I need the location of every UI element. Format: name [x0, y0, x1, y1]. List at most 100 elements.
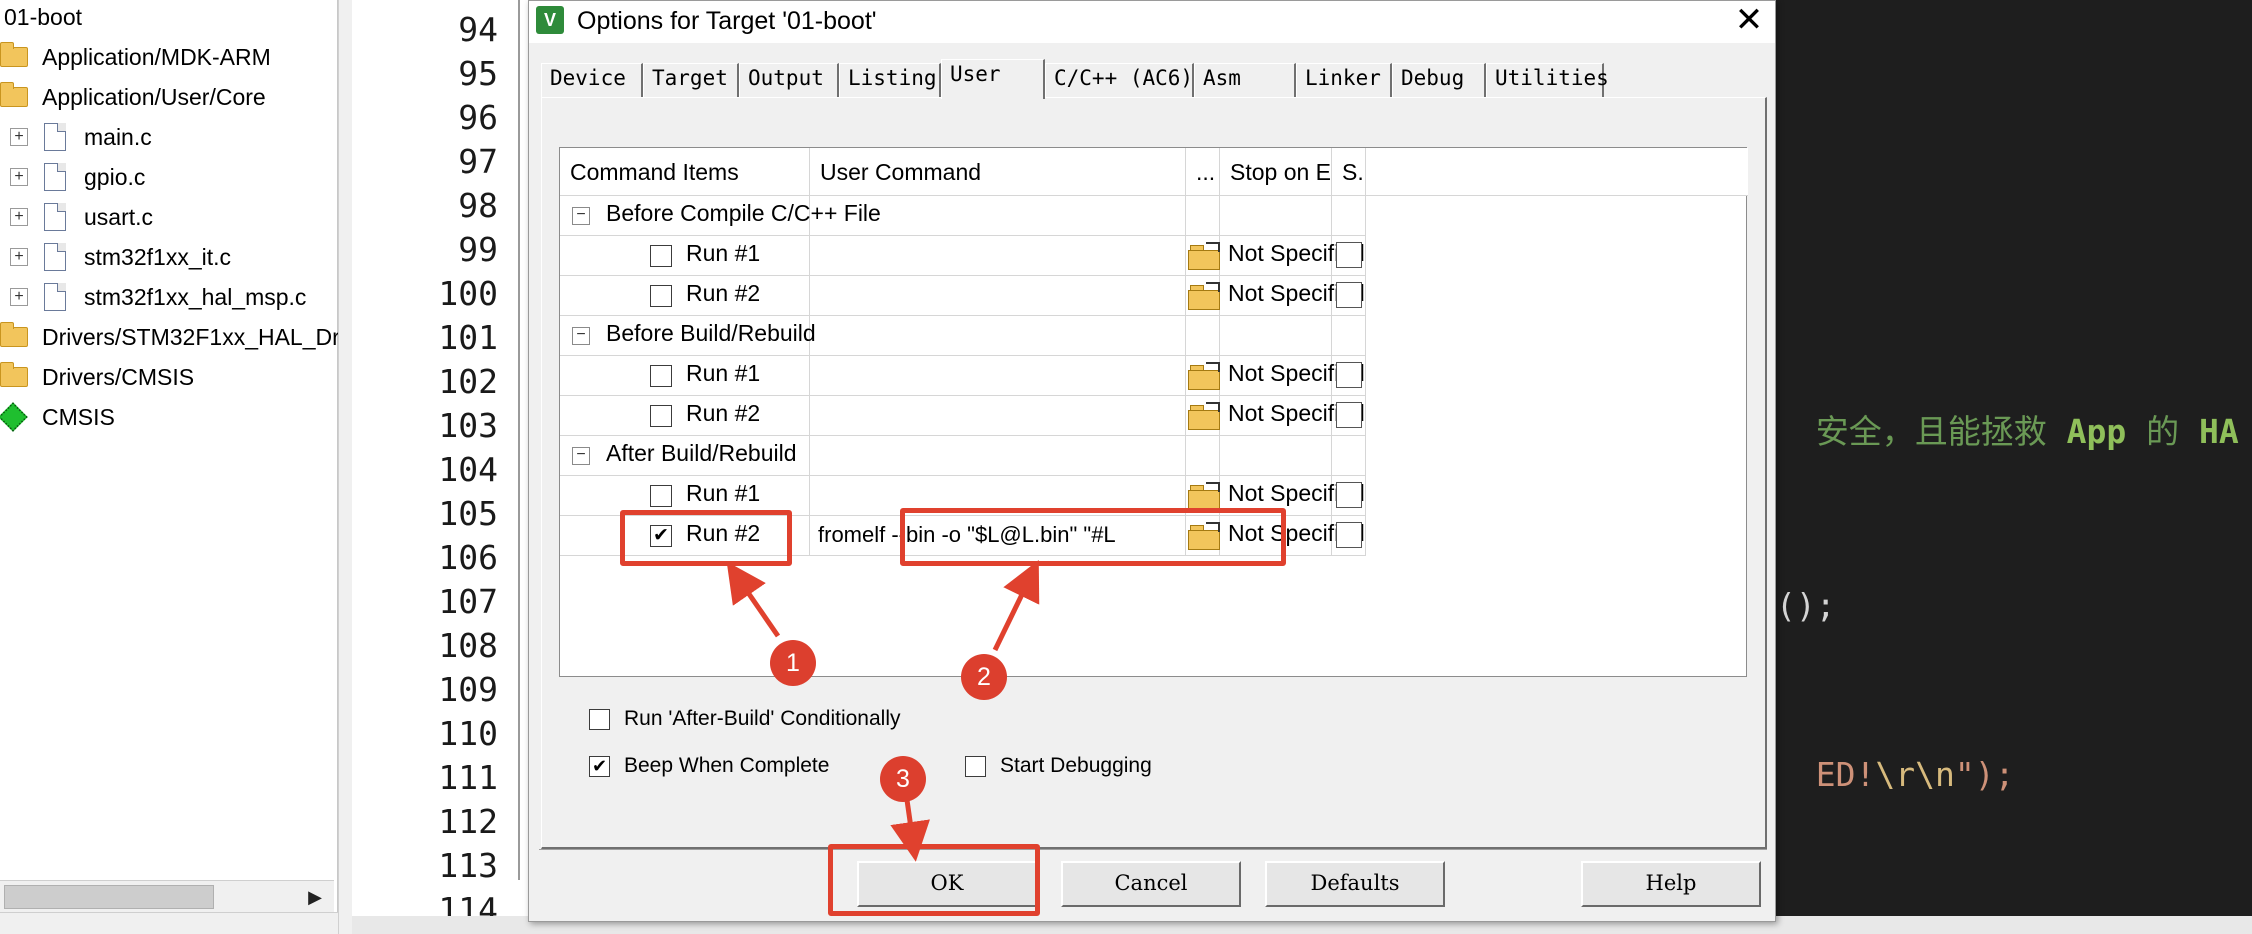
s-cell[interactable] — [1332, 236, 1366, 276]
browse-folder-icon[interactable] — [1188, 282, 1222, 310]
tree-item[interactable]: + usart.c — [10, 197, 153, 237]
tree-item[interactable]: + stm32f1xx_hal_msp.c — [10, 277, 306, 317]
cancel-button[interactable]: Cancel — [1061, 861, 1241, 907]
defaults-button[interactable]: Defaults — [1265, 861, 1445, 907]
header-command-items[interactable]: Command Items — [560, 148, 810, 196]
tab-listing[interactable]: Listing — [839, 63, 941, 97]
user-command-cell[interactable] — [810, 276, 1186, 316]
browse-folder-icon[interactable] — [1188, 242, 1222, 270]
s-cell[interactable] — [1332, 396, 1366, 436]
tree-vertical-scrollbar[interactable] — [338, 0, 352, 934]
stop-on-exit-cell[interactable]: Not Specified — [1220, 396, 1365, 436]
tab-debug[interactable]: Debug — [1392, 63, 1486, 97]
browse-folder-icon[interactable] — [1188, 482, 1222, 510]
expand-icon[interactable]: + — [10, 248, 28, 266]
expand-icon[interactable]: + — [10, 288, 28, 306]
command-row[interactable]: Run #2 Not Specified — [560, 396, 1748, 436]
browse-folder-icon[interactable] — [1188, 402, 1222, 430]
tree-item[interactable]: Application/MDK-ARM — [0, 37, 271, 77]
s-cell[interactable] — [1332, 516, 1366, 556]
browse-cell[interactable] — [1186, 276, 1220, 316]
tree-item[interactable]: Application/User/Core — [0, 77, 266, 117]
beep-checkbox[interactable]: ✔ — [589, 755, 610, 777]
user-command-cell[interactable] — [810, 396, 1186, 436]
browse-cell[interactable] — [1186, 396, 1220, 436]
close-button[interactable]: ✕ — [1723, 1, 1775, 41]
command-row[interactable]: Run #2 Not Specified — [560, 276, 1748, 316]
tree-item[interactable]: + gpio.c — [10, 157, 145, 197]
group-row[interactable]: − After Build/Rebuild — [560, 436, 1748, 476]
browse-folder-icon[interactable] — [1188, 362, 1222, 390]
run-checkbox[interactable] — [650, 405, 672, 427]
tab-target[interactable]: Target — [643, 63, 739, 97]
expand-icon[interactable]: + — [10, 128, 28, 146]
browse-cell[interactable] — [1186, 236, 1220, 276]
line-number: 106 — [438, 538, 498, 577]
stop-on-exit-cell[interactable]: Not Specified — [1220, 276, 1365, 316]
s-checkbox[interactable] — [1336, 402, 1362, 428]
tree-item[interactable]: CMSIS — [0, 397, 115, 437]
scroll-right-arrow-icon[interactable]: ▶ — [300, 885, 330, 909]
group-row[interactable]: − Before Build/Rebuild — [560, 316, 1748, 356]
browse-cell[interactable] — [1186, 356, 1220, 396]
collapse-icon[interactable]: − — [572, 207, 590, 225]
expand-icon[interactable]: + — [10, 208, 28, 226]
tree-horizontal-scrollbar[interactable]: ▶ — [0, 880, 334, 912]
s-cell[interactable] — [1332, 276, 1366, 316]
header-s[interactable]: S... — [1332, 148, 1366, 196]
tab-c-c-ac6[interactable]: C/C++ (AC6) — [1045, 63, 1194, 97]
command-row[interactable]: Run #1 Not Specified — [560, 236, 1748, 276]
expand-icon[interactable]: + — [10, 168, 28, 186]
user-command-cell[interactable] — [810, 356, 1186, 396]
stop-on-exit-cell[interactable]: Not Specified — [1220, 356, 1365, 396]
tree-scroll-thumb[interactable] — [4, 885, 214, 909]
grid-cell: Run #2 — [560, 396, 810, 436]
header-user-command[interactable]: User Command — [810, 148, 1186, 196]
help-button[interactable]: Help — [1581, 861, 1761, 907]
collapse-icon[interactable]: − — [572, 327, 590, 345]
header-browse[interactable]: ... — [1186, 148, 1220, 196]
command-row[interactable]: Run #1 Not Specified — [560, 356, 1748, 396]
option-beep-when-complete[interactable]: ✔ Beep When Complete — [589, 751, 829, 781]
header-stop-on-exit[interactable]: Stop on Exi... — [1220, 148, 1332, 196]
run-checkbox[interactable] — [650, 365, 672, 387]
group-row[interactable]: − Before Compile C/C++ File — [560, 196, 1748, 236]
grid-cell — [1186, 196, 1220, 236]
tab-linker[interactable]: Linker — [1296, 63, 1392, 97]
tab-asm[interactable]: Asm — [1194, 63, 1296, 97]
tab-user[interactable]: User — [941, 59, 1045, 99]
tree-item-label: CMSIS — [42, 403, 115, 430]
user-commands-grid: Command Items User Command ... Stop on E… — [559, 147, 1748, 677]
tree-item[interactable]: Drivers/STM32F1xx_HAL_Driver — [0, 317, 377, 357]
start-debugging-checkbox[interactable] — [965, 755, 986, 777]
line-number: 107 — [438, 582, 498, 621]
option-start-debugging[interactable]: Start Debugging — [965, 751, 1152, 781]
s-checkbox[interactable] — [1336, 482, 1362, 508]
s-checkbox[interactable] — [1336, 522, 1362, 548]
s-checkbox[interactable] — [1336, 242, 1362, 268]
option-run-after-build[interactable]: Run 'After-Build' Conditionally — [589, 704, 901, 734]
beep-label: Beep When Complete — [624, 754, 830, 777]
user-command-cell[interactable] — [810, 236, 1186, 276]
tree-item[interactable]: Drivers/CMSIS — [0, 357, 194, 397]
group-label: Before Build/Rebuild — [606, 320, 816, 346]
tab-device[interactable]: Device — [541, 63, 643, 97]
tab-output[interactable]: Output — [739, 63, 839, 97]
run-checkbox[interactable] — [650, 285, 672, 307]
s-checkbox[interactable] — [1336, 362, 1362, 388]
stop-on-exit-cell[interactable]: Not Specified — [1220, 236, 1365, 276]
tree-item[interactable]: + main.c — [10, 117, 152, 157]
s-cell[interactable] — [1332, 476, 1366, 516]
annotation-badge-3: 3 — [880, 756, 926, 802]
run-checkbox[interactable] — [650, 485, 672, 507]
tree-root[interactable]: 01-boot — [4, 0, 82, 37]
tab-utilities[interactable]: Utilities — [1486, 63, 1609, 97]
start-debugging-label: Start Debugging — [1000, 754, 1152, 777]
s-checkbox[interactable] — [1336, 282, 1362, 308]
run-after-build-checkbox[interactable] — [589, 708, 610, 730]
s-cell[interactable] — [1332, 356, 1366, 396]
collapse-icon[interactable]: − — [572, 447, 590, 465]
dialog-titlebar[interactable]: V Options for Target '01-boot' ✕ — [529, 1, 1775, 43]
run-checkbox[interactable] — [650, 245, 672, 267]
tree-item[interactable]: + stm32f1xx_it.c — [10, 237, 231, 277]
